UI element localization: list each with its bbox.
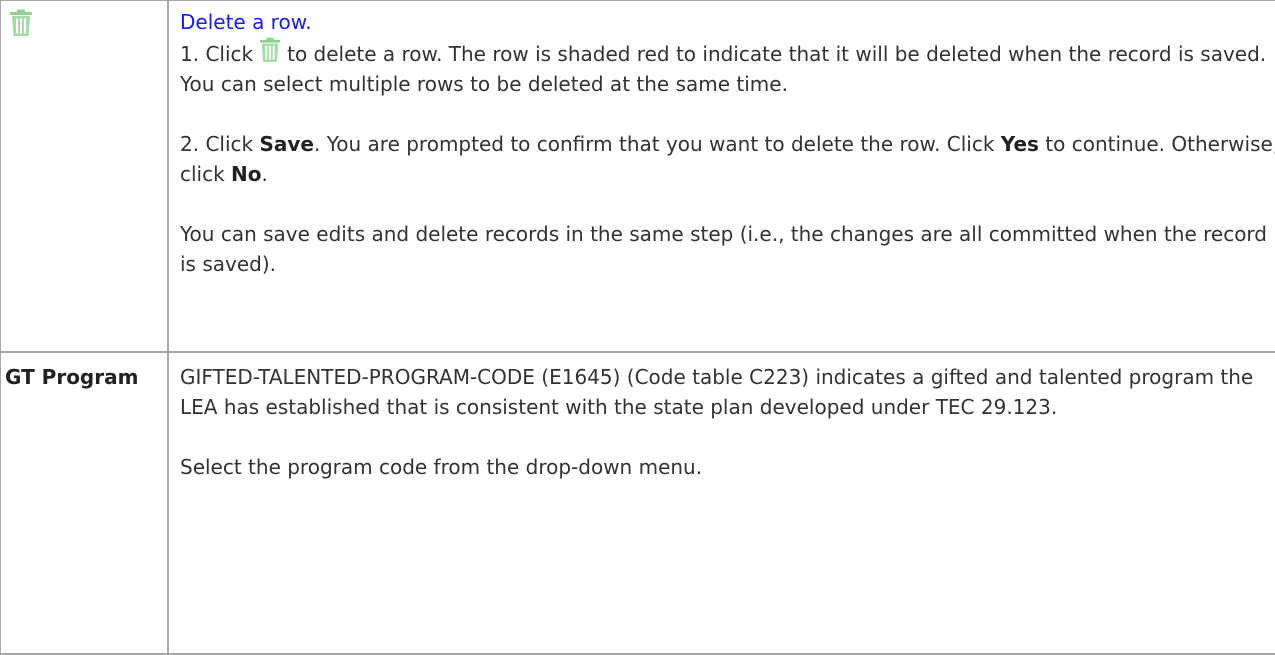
delete-row-link[interactable]: Delete a row. <box>180 10 312 34</box>
no-term: No <box>231 162 262 186</box>
gt-program-instruction: Select the program code from the drop-do… <box>180 455 703 479</box>
field-name-cell: GT Program <box>0 351 169 655</box>
trash-icon <box>259 37 281 63</box>
help-table: Delete a row. 1. Click to delete a row. … <box>0 0 1275 655</box>
delete-step-1: 1. Click to delete a row. The row is sha… <box>180 37 1275 99</box>
yes-term: Yes <box>1000 132 1039 156</box>
gt-program-field-name: GT Program <box>5 365 139 389</box>
table-row-delete: Delete a row. 1. Click to delete a row. … <box>0 0 1275 353</box>
icon-cell <box>0 0 169 353</box>
gt-program-description-cell: GIFTED-TALENTED-PROGRAM-CODE (E1645) (Co… <box>167 351 1275 655</box>
delete-step-2: 2. Click Save. You are prompted to confi… <box>180 132 1275 186</box>
save-term: Save <box>259 132 314 156</box>
delete-note: You can save edits and delete records in… <box>180 222 1268 276</box>
trash-icon <box>9 9 33 37</box>
table-row-gt-program: GT Program GIFTED-TALENTED-PROGRAM-CODE … <box>0 351 1275 655</box>
delete-description-cell: Delete a row. 1. Click to delete a row. … <box>167 0 1275 353</box>
gt-program-description: GIFTED-TALENTED-PROGRAM-CODE (E1645) (Co… <box>180 365 1254 419</box>
